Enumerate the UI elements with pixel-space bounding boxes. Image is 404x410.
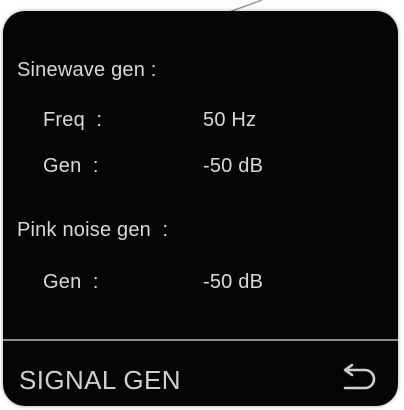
sinewave-gen-heading: Sinewave gen :	[17, 59, 157, 81]
sinewave-freq-value[interactable]: 50 Hz	[203, 109, 256, 132]
sinewave-gen-value[interactable]: -50 dB	[203, 155, 263, 178]
pink-noise-gen-heading: Pink noise gen :	[17, 219, 169, 241]
pink-noise-gen-label: Gen :	[43, 271, 99, 293]
sinewave-freq-label: Freq :	[43, 109, 103, 131]
pink-noise-gen-value[interactable]: -50 dB	[203, 271, 263, 294]
page: Sinewave gen : Freq : 50 Hz Gen : -50 dB…	[0, 0, 404, 410]
sinewave-gen-label: Gen :	[43, 155, 99, 177]
screen-title: SIGNAL GEN	[19, 365, 181, 395]
footer-divider	[3, 339, 398, 341]
device-screen: Sinewave gen : Freq : 50 Hz Gen : -50 dB…	[3, 11, 398, 406]
return-arrow-icon	[343, 364, 376, 390]
back-button[interactable]	[333, 359, 383, 399]
